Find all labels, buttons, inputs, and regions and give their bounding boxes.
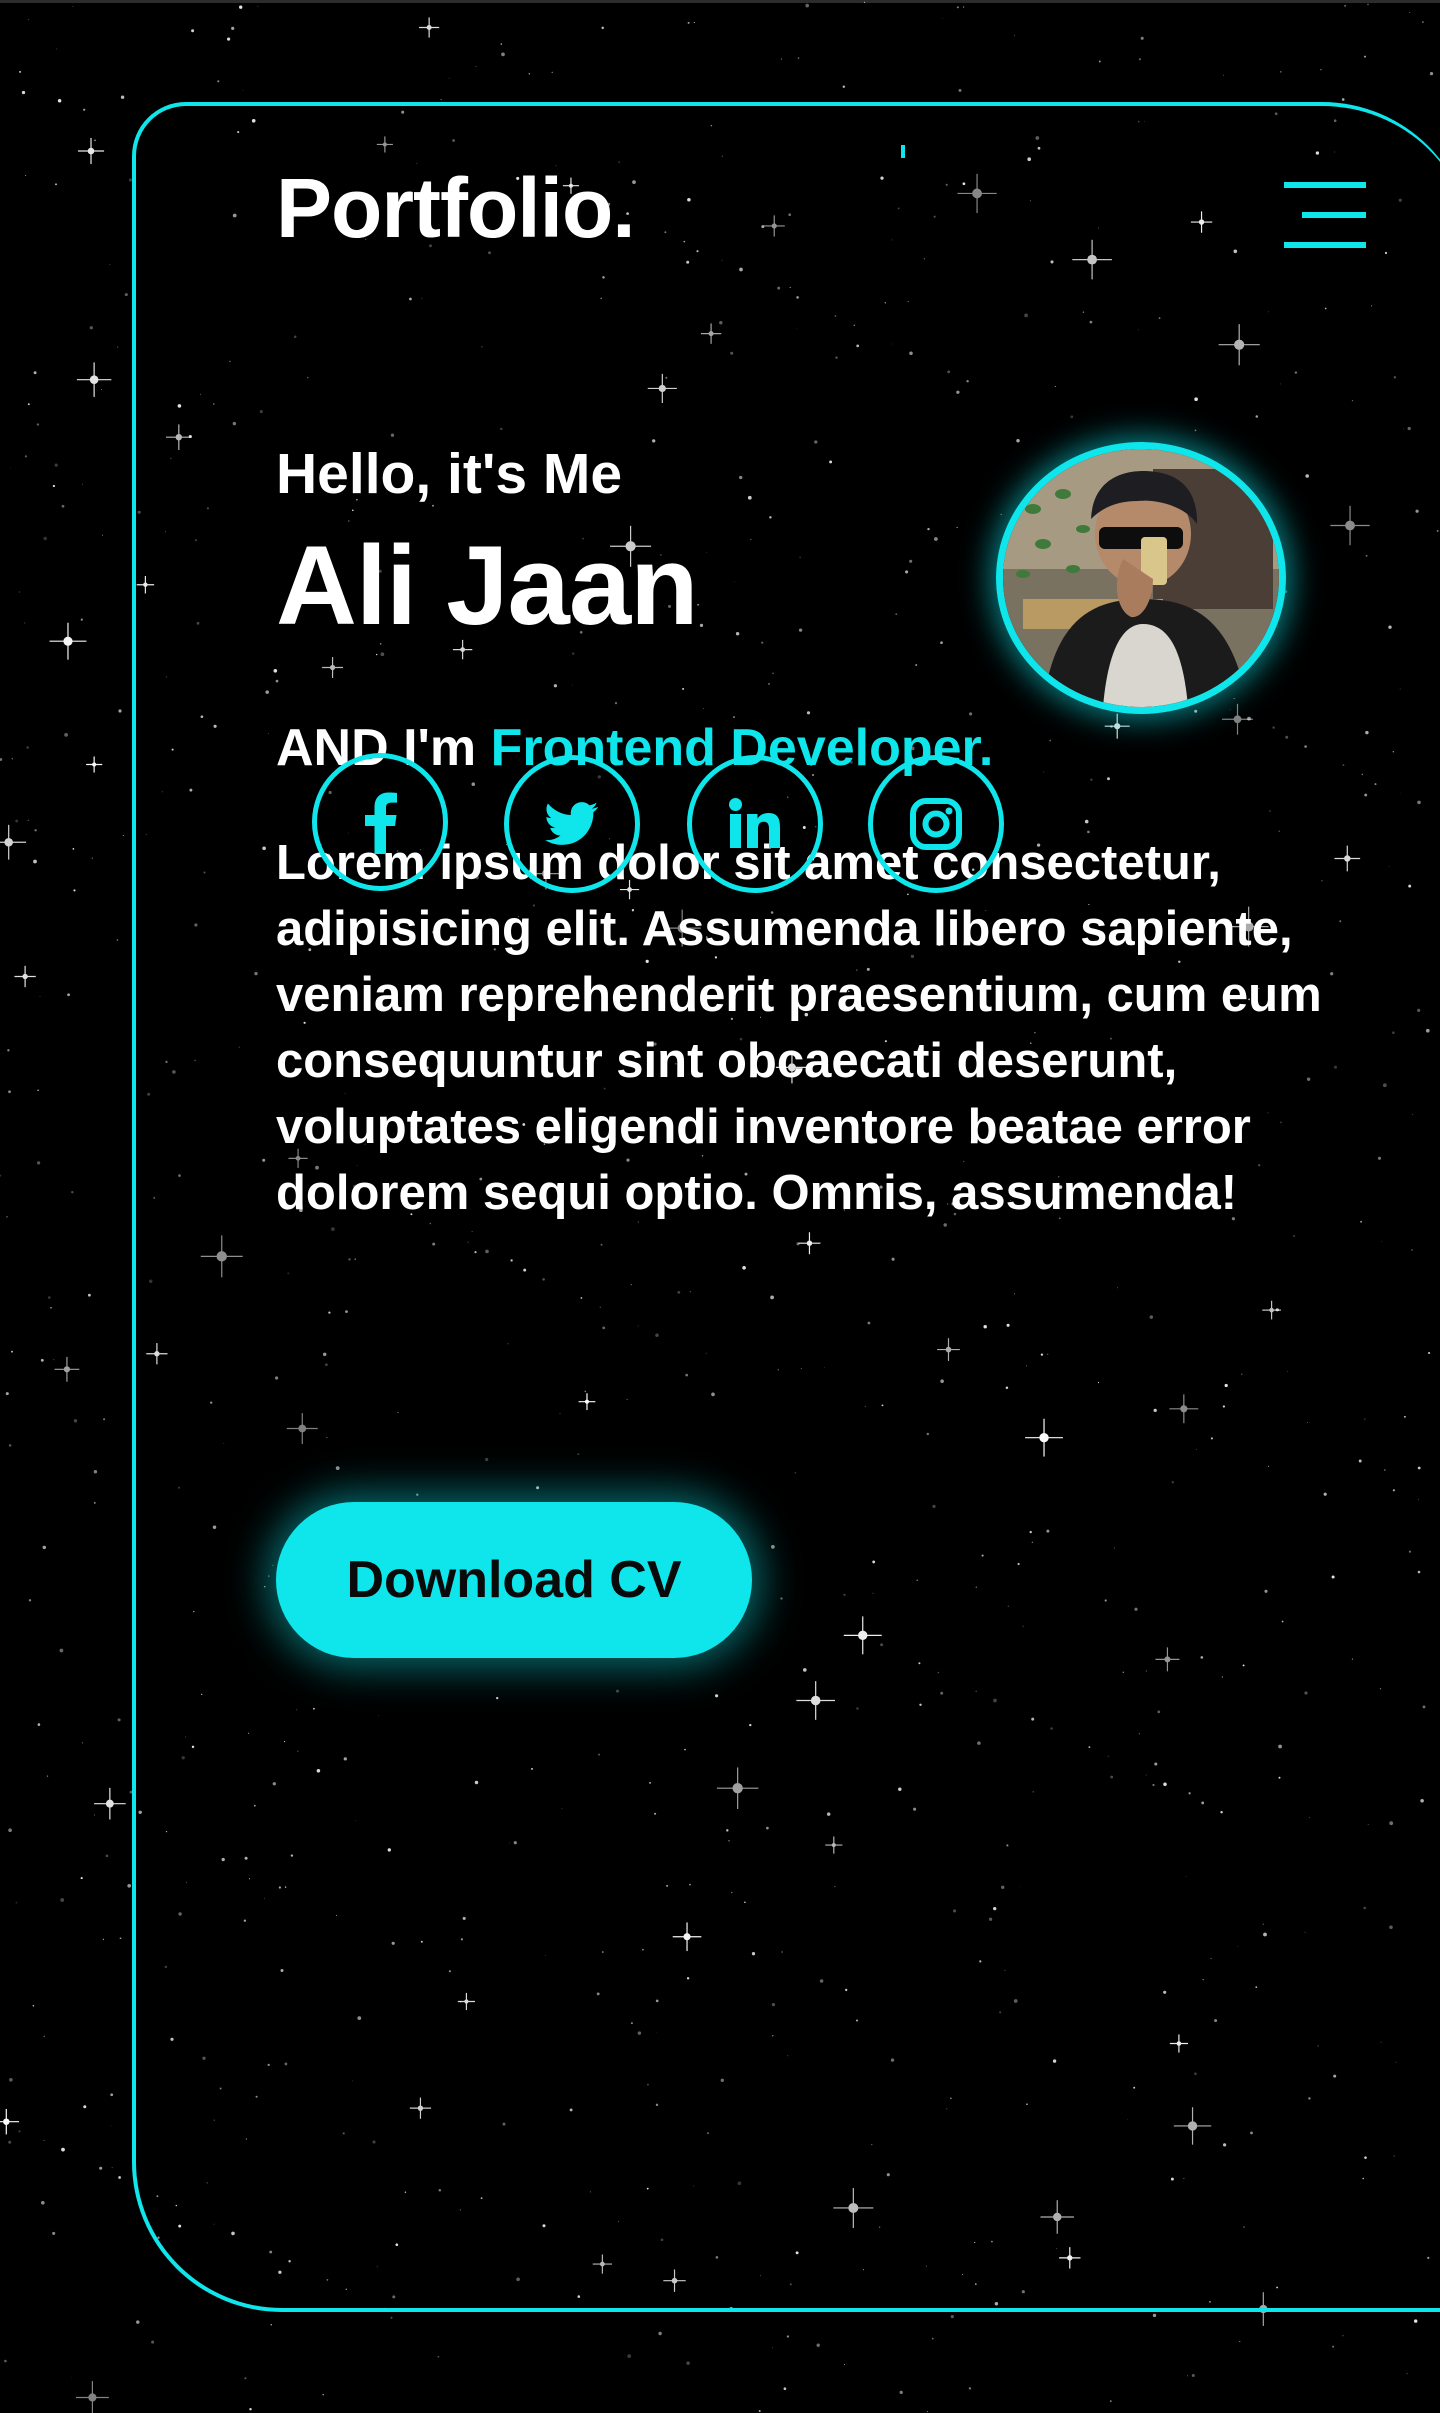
- frame-accent-mark: [901, 145, 905, 158]
- page-title: Ali Jaan: [276, 523, 699, 648]
- greeting: Hello, it's Me: [276, 442, 623, 506]
- facebook-icon: [365, 792, 397, 854]
- facebook-link[interactable]: [312, 753, 448, 891]
- instagram-link[interactable]: [868, 755, 1004, 893]
- avatar: [996, 442, 1286, 714]
- linkedin-icon: [729, 798, 780, 848]
- linkedin-link[interactable]: [687, 755, 823, 893]
- instagram-icon: [910, 798, 962, 850]
- hamburger-menu-icon[interactable]: [1284, 182, 1366, 256]
- logo[interactable]: Portfolio.: [276, 166, 636, 250]
- twitter-link[interactable]: [504, 755, 640, 893]
- profile-photo: [1003, 449, 1279, 707]
- twitter-icon: [545, 802, 599, 845]
- download-cv-button[interactable]: Download CV: [276, 1502, 752, 1658]
- bio-text: Lorem ipsum dolor sit amet consectetur, …: [276, 836, 1322, 1220]
